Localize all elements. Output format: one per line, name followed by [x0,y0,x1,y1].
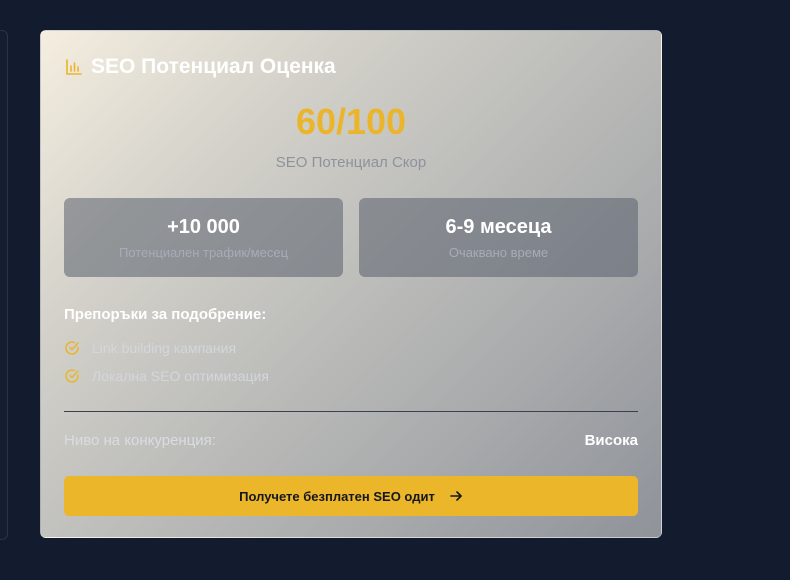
stat-time: 6-9 месеца Очаквано време [359,198,638,277]
check-circle-icon [65,369,79,383]
seo-score-label: SEO Потенциал Скор [275,154,427,171]
recommendation-item: Link building кампания [64,340,236,356]
card-title: SEO Потенциал Оценка [91,55,336,78]
competition-label: Ниво на конкуренция: [64,432,216,449]
recommendations-heading: Препоръки за подобрение: [64,306,267,323]
stat-traffic-label: Потенциален трафик/месец [118,245,289,260]
seo-potential-card: SEO Потенциал Оценка 60/100 SEO Потенциа… [40,30,662,538]
seo-score: 60/100 [295,101,407,142]
recommendation-text: Локална SEO оптимизация [92,368,269,384]
arrow-right-icon [450,491,462,501]
competition-value: Висока [584,432,638,449]
cta-label: Получете безплатен SEO одит [239,488,435,504]
recommendation-item: Локална SEO оптимизация [64,368,269,384]
check-circle-icon [65,341,79,355]
divider [64,411,638,412]
stat-traffic-value: +10 000 [167,216,240,238]
free-seo-audit-button[interactable]: Получете безплатен SEO одит [64,476,638,516]
recommendation-text: Link building кампания [92,340,237,356]
side-panel-edge [0,30,8,540]
stat-traffic: +10 000 Потенциален трафик/месец [64,198,343,277]
stat-time-value: 6-9 месеца [445,216,552,238]
stat-time-label: Очаквано време [448,245,549,260]
bar-chart-icon [66,59,82,75]
card-header: SEO Потенциал Оценка [65,55,336,79]
